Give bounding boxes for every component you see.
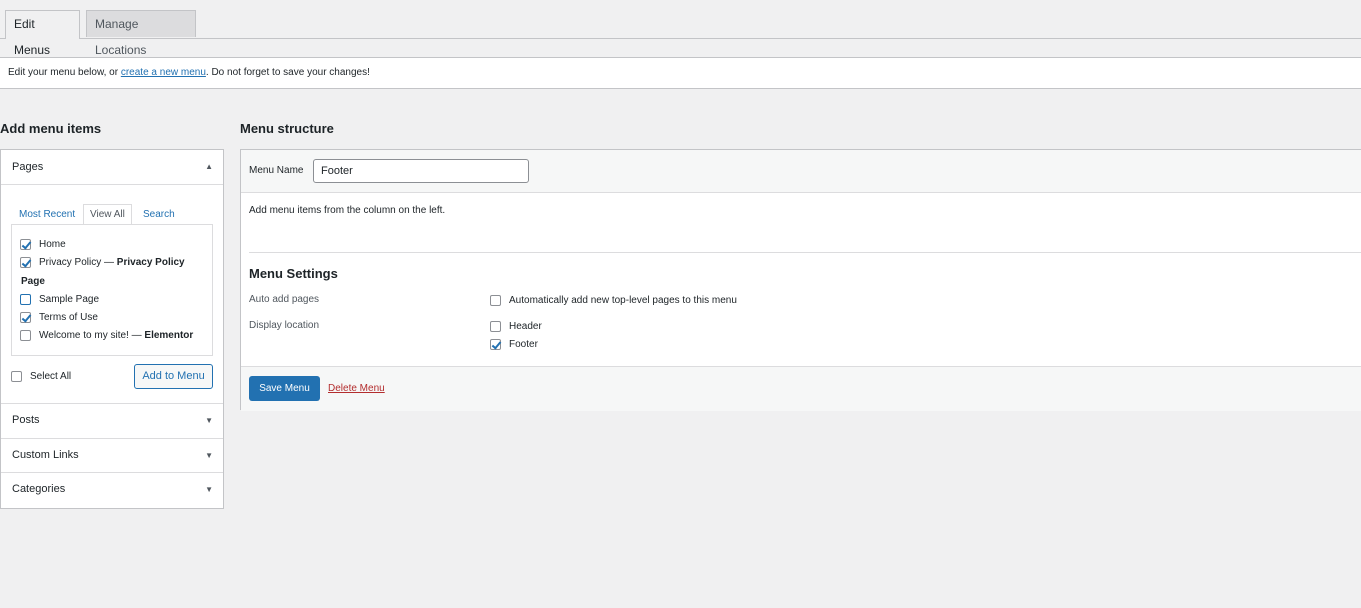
accordion-pages-header[interactable]: Pages ▲ [1, 150, 223, 184]
select-all-row[interactable]: Select All [11, 369, 71, 383]
page-state-welcome: Elementor [144, 329, 194, 341]
page-state-privacy-policy: Privacy Policy [116, 256, 185, 268]
divider [249, 252, 1361, 253]
checkbox-location-header[interactable] [490, 320, 501, 332]
notice-text-before: Edit your menu below, or [8, 67, 121, 78]
menu-hint-text: Add menu items from the column on the le… [249, 205, 446, 216]
menu-header: Menu Name Footer [241, 150, 1361, 193]
auto-add-option-label: Automatically add new top-level pages to… [509, 294, 737, 306]
checkbox-terms-of-use[interactable] [20, 311, 31, 323]
checkbox-home[interactable] [20, 238, 31, 250]
divider [1, 184, 223, 185]
menu-edit-panel: Menu Name Footer Add menu items from the… [240, 149, 1361, 411]
accordion-categories-header[interactable]: Categories ▼ [1, 472, 223, 506]
notice-text-after: . Do not forget to save your changes! [205, 67, 370, 78]
location-footer-row[interactable]: Footer [490, 337, 538, 351]
tab-edit-menus[interactable]: Edit Menus [5, 10, 80, 57]
page-label-welcome: Welcome to my site! — [39, 329, 142, 341]
accordion-custom-links-header[interactable]: Custom Links ▼ [1, 438, 223, 472]
expand-arrow-icon[interactable]: ▼ [205, 404, 213, 438]
location-footer-label: Footer [509, 338, 538, 350]
add-to-menu-button[interactable]: Add to Menu [134, 364, 213, 389]
create-new-menu-link[interactable]: create a new menu [121, 67, 206, 78]
menu-footer [241, 366, 1361, 411]
save-menu-button[interactable]: Save Menu [249, 376, 320, 401]
menu-name-label: Menu Name [249, 165, 304, 176]
auto-add-row[interactable]: Automatically add new top-level pages to… [490, 293, 737, 307]
location-header-label: Header [509, 320, 542, 332]
checkbox-welcome[interactable] [20, 329, 31, 341]
list-item[interactable]: Sample Page [20, 292, 99, 306]
page-label-terms-of-use: Terms of Use [39, 311, 98, 323]
collapse-arrow-icon[interactable]: ▲ [205, 150, 213, 184]
expand-arrow-icon[interactable]: ▼ [205, 473, 213, 507]
page-group-label: Page [21, 276, 45, 287]
checkbox-auto-add[interactable] [490, 294, 501, 306]
list-item[interactable]: Terms of Use [20, 310, 98, 324]
expand-arrow-icon[interactable]: ▼ [205, 439, 213, 473]
tab-most-recent[interactable]: Most Recent [19, 209, 75, 220]
page-label-home: Home [39, 238, 66, 250]
notice-bar: Edit your menu below, or create a new me… [0, 57, 1361, 89]
auto-add-label: Auto add pages [249, 294, 320, 305]
location-header-row[interactable]: Header [490, 319, 542, 333]
checkbox-privacy-policy[interactable] [20, 256, 31, 268]
list-item[interactable]: Privacy Policy — Privacy Policy [20, 255, 185, 269]
add-menu-items-title: Add menu items [0, 121, 102, 136]
accordion-pages-label: Pages [12, 161, 44, 173]
tab-manage-locations[interactable]: Manage Locations [86, 10, 196, 57]
checkbox-select-all[interactable] [11, 370, 22, 382]
accordion-custom-links-label: Custom Links [12, 449, 79, 461]
menu-name-input[interactable]: Footer [313, 159, 529, 183]
checkbox-sample-page[interactable] [20, 293, 31, 305]
accordion-posts-label: Posts [12, 414, 40, 426]
nav-tab-wrapper: Edit Menus Manage Locations [0, 0, 1361, 57]
display-location-label: Display location [249, 320, 320, 331]
menu-structure-title: Menu structure [240, 121, 334, 136]
page-label-privacy-policy: Privacy Policy — [39, 256, 115, 268]
list-item[interactable]: Home [20, 237, 66, 251]
delete-menu-link[interactable]: Delete Menu [328, 383, 385, 394]
accordion-posts-header[interactable]: Posts ▼ [1, 403, 223, 437]
page-label-sample-page: Sample Page [39, 293, 100, 305]
select-all-label: Select All [30, 370, 72, 382]
accordion-categories-label: Categories [12, 483, 66, 495]
tab-search[interactable]: Search [143, 209, 175, 220]
tab-view-all[interactable]: View All [83, 204, 132, 225]
checkbox-location-footer[interactable] [490, 338, 501, 350]
menu-settings-title: Menu Settings [249, 266, 338, 281]
list-item[interactable]: Welcome to my site! — Elementor [20, 328, 193, 342]
